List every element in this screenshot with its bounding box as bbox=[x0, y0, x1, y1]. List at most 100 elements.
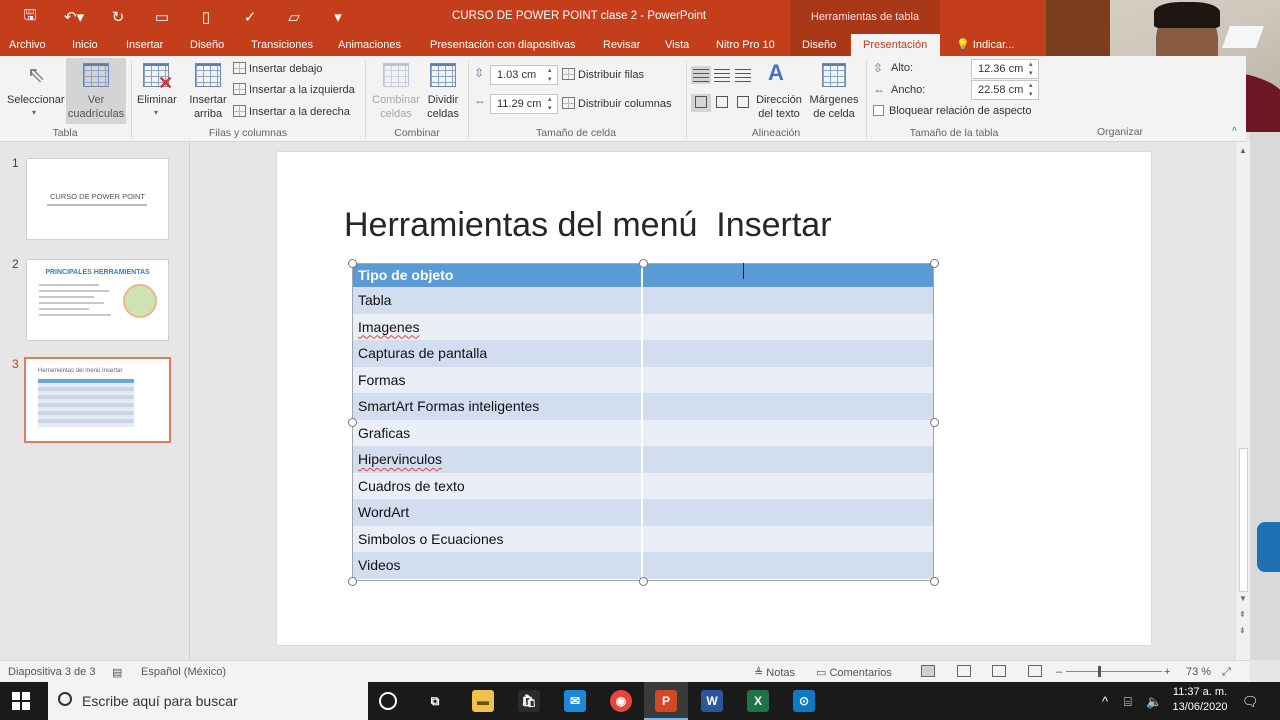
volume-icon[interactable]: 🔈 bbox=[1146, 694, 1162, 710]
select-button[interactable]: Seleccionar bbox=[7, 94, 64, 106]
tab-archivo[interactable]: Archivo bbox=[9, 34, 46, 56]
table-cell-empty[interactable] bbox=[643, 340, 934, 367]
previous-slide-icon[interactable]: ⇞ bbox=[1239, 610, 1246, 619]
split-cells-button[interactable]: Dividir bbox=[420, 93, 466, 107]
distribute-rows-button[interactable]: Distribuir filas bbox=[562, 68, 644, 81]
table-row[interactable]: Videos bbox=[352, 552, 934, 579]
align-bottom-icon[interactable] bbox=[737, 96, 749, 108]
tab-revisar[interactable]: Revisar bbox=[603, 34, 640, 56]
table-row[interactable]: Simbolos o Ecuaciones bbox=[352, 525, 934, 552]
slide-thumbnail-1[interactable]: CURSO DE POWER POINT bbox=[26, 158, 169, 240]
new-file-icon[interactable]: ▯ bbox=[186, 6, 226, 28]
task-view-icon[interactable]: ⧉ bbox=[424, 690, 446, 712]
normal-view-icon[interactable] bbox=[921, 665, 935, 677]
insert-below-button[interactable]: Insertar debajo bbox=[233, 62, 322, 75]
reading-view-icon[interactable] bbox=[992, 665, 1006, 677]
notes-button[interactable]: ≜ Notas bbox=[754, 666, 795, 679]
slide-thumbnail-2[interactable]: PRINCIPALES HERRAMIENTAS bbox=[26, 259, 169, 341]
cortana-icon[interactable] bbox=[379, 692, 397, 710]
content-table[interactable]: Tipo de objeto Tabla Imagenes Capturas d… bbox=[352, 263, 934, 579]
open-icon[interactable]: ▱ bbox=[274, 6, 314, 28]
redo-icon[interactable]: ↻ bbox=[98, 6, 138, 28]
tab-vista[interactable]: Vista bbox=[665, 34, 689, 56]
cell-margins-button[interactable]: Márgenes bbox=[806, 93, 862, 107]
table-cell[interactable]: Tabla bbox=[352, 287, 642, 314]
insert-above-button[interactable]: Insertar bbox=[186, 93, 230, 107]
microsoft-store-icon[interactable]: 🛍 bbox=[518, 690, 540, 712]
table-cell[interactable]: Videos bbox=[352, 552, 642, 579]
tab-insertar[interactable]: Insertar bbox=[126, 34, 163, 56]
slide-thumbnail-3[interactable]: Herramientas del menú Insertar bbox=[24, 357, 171, 443]
fit-slide-icon[interactable]: ⤢ bbox=[1222, 666, 1231, 679]
table-row[interactable]: Graficas bbox=[352, 419, 934, 446]
distribute-columns-button[interactable]: Distribuir columnas bbox=[562, 97, 672, 110]
table-cell-empty[interactable] bbox=[643, 313, 934, 340]
table-header-cell[interactable] bbox=[643, 263, 934, 287]
tab-tell-me[interactable]: 💡 Indicar... bbox=[956, 34, 1014, 56]
vertical-scrollbar[interactable]: ▲ ▼ ⇞ ⇟ bbox=[1235, 142, 1250, 660]
cell-height-input[interactable]: 1.03 cm bbox=[490, 65, 558, 85]
scrollbar-thumb[interactable] bbox=[1239, 448, 1248, 592]
table-row[interactable]: WordArt bbox=[352, 499, 934, 526]
chrome-icon[interactable]: ◉ bbox=[610, 690, 632, 712]
zoom-level[interactable]: 73 % bbox=[1186, 666, 1211, 678]
table-width-input[interactable]: 22.58 cm bbox=[971, 80, 1039, 100]
zoom-slider-track[interactable] bbox=[1066, 671, 1162, 672]
comments-button[interactable]: ▭ Comentarios bbox=[816, 666, 892, 679]
next-slide-icon[interactable]: ⇟ bbox=[1239, 626, 1246, 635]
tab-animaciones[interactable]: Animaciones bbox=[338, 34, 401, 56]
table-cell-empty[interactable] bbox=[643, 499, 934, 526]
tab-diseno[interactable]: Diseño bbox=[190, 34, 224, 56]
resize-handle[interactable] bbox=[930, 418, 939, 427]
resize-handle[interactable] bbox=[639, 577, 648, 586]
table-row[interactable]: Cuadros de texto bbox=[352, 472, 934, 499]
notifications-icon[interactable]: 🗨 bbox=[1242, 694, 1259, 710]
table-cell[interactable]: Graficas bbox=[352, 419, 642, 446]
table-cell-empty[interactable] bbox=[643, 525, 934, 552]
table-cell-empty[interactable] bbox=[643, 552, 934, 579]
insert-right-button[interactable]: Insertar a la derecha bbox=[233, 105, 350, 118]
resize-handle[interactable] bbox=[639, 259, 648, 268]
resize-handle[interactable] bbox=[348, 418, 357, 427]
table-cell[interactable]: Hipervinculos bbox=[352, 446, 642, 473]
tab-table-design[interactable]: Diseño bbox=[790, 34, 850, 56]
undo-icon[interactable]: ↶▾ bbox=[54, 6, 94, 28]
table-row[interactable]: Tabla bbox=[352, 287, 934, 314]
table-header-cell[interactable]: Tipo de objeto bbox=[352, 263, 642, 287]
merge-cells-button[interactable]: Combinar bbox=[368, 93, 424, 107]
table-row[interactable]: Hipervinculos bbox=[352, 446, 934, 473]
slide-title[interactable]: Herramientas del menú Insertar bbox=[344, 206, 832, 245]
lock-aspect-ratio-checkbox[interactable]: Bloquear relación de aspecto bbox=[873, 105, 1031, 117]
system-clock[interactable]: 11:37 a. m. 13/06/2020 bbox=[1168, 685, 1232, 715]
table-cell[interactable]: WordArt bbox=[352, 499, 642, 526]
tab-inicio[interactable]: Inicio bbox=[72, 34, 98, 56]
table-cell[interactable]: Formas bbox=[352, 366, 642, 393]
app-icon[interactable]: ⊙ bbox=[793, 690, 815, 712]
text-direction-button[interactable]: Dirección bbox=[752, 93, 806, 107]
table-cell[interactable]: SmartArt Formas inteligentes bbox=[352, 393, 642, 420]
tab-nitro[interactable]: Nitro Pro 10 bbox=[716, 34, 775, 56]
collapse-ribbon-icon[interactable]: ^ bbox=[1232, 126, 1237, 137]
table-cell-empty[interactable] bbox=[643, 472, 934, 499]
slide-canvas[interactable]: Herramientas del menú Insertar Tipo de o… bbox=[277, 152, 1151, 645]
show-hidden-icons-icon[interactable]: ^ bbox=[1102, 694, 1108, 709]
powerpoint-icon[interactable]: P bbox=[655, 690, 677, 712]
table-cell-empty[interactable] bbox=[643, 366, 934, 393]
tab-transiciones[interactable]: Transiciones bbox=[251, 34, 313, 56]
language-indicator[interactable]: Español (México) bbox=[141, 666, 226, 678]
align-right-icon[interactable] bbox=[735, 69, 751, 83]
word-icon[interactable]: W bbox=[701, 690, 723, 712]
windows-start-icon[interactable] bbox=[12, 692, 30, 710]
save-icon[interactable]: 🖫 bbox=[10, 6, 50, 28]
scroll-down-icon[interactable]: ▼ bbox=[1239, 594, 1247, 603]
spell-check-icon[interactable]: ▤ bbox=[112, 666, 122, 679]
zoom-in-icon[interactable]: + bbox=[1164, 666, 1170, 678]
table-cell-empty[interactable] bbox=[643, 287, 934, 314]
align-center-icon[interactable] bbox=[714, 69, 730, 83]
network-icon[interactable]: ⌸ bbox=[1124, 694, 1132, 710]
scroll-up-icon[interactable]: ▲ bbox=[1239, 146, 1247, 155]
resize-handle[interactable] bbox=[348, 577, 357, 586]
file-explorer-icon[interactable]: ▬ bbox=[472, 690, 494, 712]
start-from-beginning-icon[interactable]: ▭ bbox=[142, 6, 182, 28]
tab-presentacion-diapositivas[interactable]: Presentación con diapositivas bbox=[430, 34, 576, 56]
